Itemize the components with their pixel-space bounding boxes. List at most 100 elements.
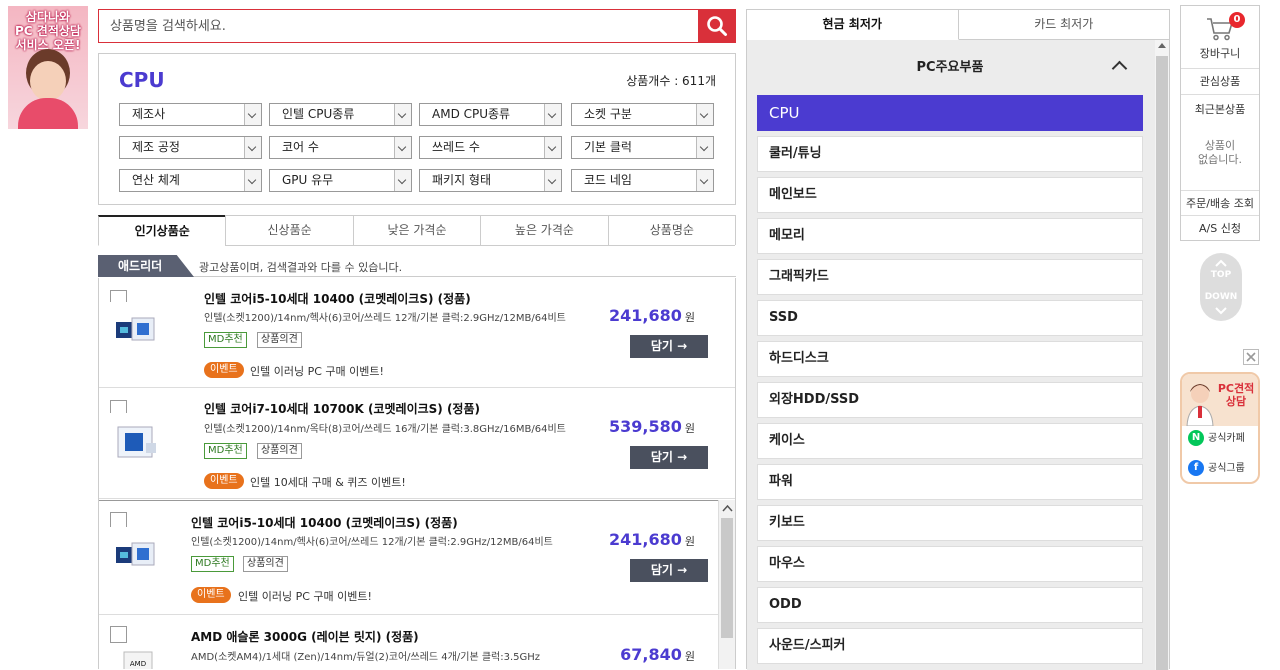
add-to-cart-button[interactable]: 담기 → bbox=[630, 559, 708, 582]
tab-low-price[interactable]: 낮은 가격순 bbox=[352, 216, 481, 246]
filter-label: 코어 수 bbox=[282, 140, 319, 154]
tab-popular[interactable]: 인기상품순 bbox=[98, 215, 226, 246]
scrollbar-thumb[interactable] bbox=[1156, 56, 1168, 670]
filter-select[interactable]: 제조 공정 bbox=[119, 136, 262, 159]
consultant-avatar-icon bbox=[1186, 384, 1214, 426]
category-item-power[interactable]: 파워 bbox=[757, 464, 1143, 500]
search-icon bbox=[706, 16, 727, 36]
list-scrollbar[interactable] bbox=[718, 500, 735, 669]
chevron-up-icon bbox=[1111, 60, 1128, 77]
review-badge[interactable]: 상품의견 bbox=[243, 556, 288, 572]
product-checkbox[interactable] bbox=[110, 626, 127, 643]
filter-select[interactable]: 인텔 CPU종류 bbox=[269, 103, 412, 126]
filter-select[interactable]: 패키지 형태 bbox=[419, 169, 562, 192]
tab-newest[interactable]: 신상품순 bbox=[225, 216, 353, 246]
banner-model-image bbox=[30, 61, 66, 101]
as-request-link[interactable]: A/S 신청 bbox=[1181, 216, 1259, 241]
event-text[interactable]: 인텔 이러닝 PC 구매 이벤트! bbox=[250, 363, 384, 379]
filter-select[interactable]: GPU 유무 bbox=[269, 169, 412, 192]
product-price: 67,840 원 bbox=[575, 645, 695, 664]
official-cafe-link[interactable]: N 공식카페 bbox=[1188, 428, 1245, 450]
filter-select[interactable]: 연산 체계 bbox=[119, 169, 262, 192]
tab-cash-lowest[interactable]: 현금 최저가 bbox=[747, 10, 959, 40]
chevron-down-icon bbox=[696, 170, 713, 191]
add-to-cart-button[interactable]: 담기 → bbox=[630, 446, 708, 469]
category-group-header[interactable]: PC주요부품 bbox=[757, 48, 1143, 88]
category-item-mainboard[interactable]: 메인보드 bbox=[757, 177, 1143, 213]
wishlist-link[interactable]: 관심상품 bbox=[1181, 69, 1259, 95]
search-input[interactable] bbox=[99, 10, 699, 42]
event-tag: 이벤트 bbox=[191, 587, 231, 603]
promo-banner[interactable]: 삼다나와 PC 견적상담 서비스 오픈! bbox=[8, 6, 88, 129]
category-item-external[interactable]: 외장HDD/SSD bbox=[757, 382, 1143, 418]
group-title: PC주요부품 bbox=[916, 60, 984, 75]
filter-select[interactable]: 기본 클럭 bbox=[571, 136, 714, 159]
event-text[interactable]: 인텔 10세대 구매 & 퀴즈 이벤트! bbox=[250, 474, 406, 490]
filter-select[interactable]: AMD CPU종류 bbox=[419, 103, 562, 126]
product-thumbnail[interactable] bbox=[110, 413, 166, 469]
price-value: 539,580 bbox=[609, 417, 682, 436]
cart-link[interactable]: 0 장바구니 bbox=[1181, 6, 1259, 69]
category-item-odd[interactable]: ODD bbox=[757, 587, 1143, 623]
filter-label: 기본 클럭 bbox=[584, 140, 632, 154]
filter-select[interactable]: 코드 네임 bbox=[571, 169, 714, 192]
recent-label[interactable]: 최근본상품 bbox=[1181, 101, 1259, 117]
svg-text:AMD: AMD bbox=[130, 660, 146, 668]
tab-card-lowest[interactable]: 카드 최저가 bbox=[958, 10, 1169, 40]
official-group-link[interactable]: f 공식그룹 bbox=[1188, 458, 1245, 480]
chevron-down-icon bbox=[1215, 307, 1227, 315]
product-thumbnail[interactable] bbox=[110, 527, 166, 583]
filter-select[interactable]: 소켓 구분 bbox=[571, 103, 714, 126]
product-name[interactable]: 인텔 코어i5-10세대 10400 (코멧레이크S) (정품) bbox=[204, 290, 471, 307]
category-item-cpu[interactable]: CPU bbox=[757, 95, 1143, 131]
add-to-cart-button[interactable]: 담기 → bbox=[630, 335, 708, 358]
review-badge[interactable]: 상품의견 bbox=[257, 443, 302, 459]
price-tabs: 현금 최저가 카드 최저가 bbox=[747, 10, 1169, 40]
filter-select[interactable]: 코어 수 bbox=[269, 136, 412, 159]
banner-model-body bbox=[18, 98, 78, 129]
category-item-sound[interactable]: 사운드/스피커 bbox=[757, 628, 1143, 664]
category-item-keyboard[interactable]: 키보드 bbox=[757, 505, 1143, 541]
category-item-mouse[interactable]: 마우스 bbox=[757, 546, 1143, 582]
chevron-down-icon bbox=[244, 137, 261, 158]
product-thumbnail[interactable]: AMD bbox=[110, 646, 166, 669]
chevron-down-icon bbox=[394, 170, 411, 191]
product-name[interactable]: 인텔 코어i5-10세대 10400 (코멧레이크S) (정품) bbox=[191, 514, 458, 531]
tab-high-price[interactable]: 높은 가격순 bbox=[480, 216, 608, 246]
filter-label: 제조 공정 bbox=[132, 140, 180, 154]
search-button[interactable] bbox=[698, 9, 735, 43]
category-item-ssd[interactable]: SSD bbox=[757, 300, 1143, 336]
tab-name[interactable]: 상품명순 bbox=[607, 216, 736, 246]
close-widget-button[interactable] bbox=[1243, 349, 1259, 365]
cpu-box-image bbox=[116, 542, 155, 566]
review-badge[interactable]: 상품의견 bbox=[257, 332, 302, 348]
scroll-up-icon[interactable] bbox=[719, 502, 736, 516]
scroll-up-icon[interactable] bbox=[1158, 43, 1166, 48]
product-name[interactable]: AMD 애슬론 3000G (레이븐 릿지) (정품) bbox=[191, 628, 419, 645]
product-thumbnail[interactable] bbox=[110, 302, 166, 358]
consult-title: PC견적 상담 bbox=[1217, 382, 1255, 408]
scroll-down-button[interactable]: DOWN bbox=[1200, 292, 1242, 302]
filter-select[interactable]: 제조사 bbox=[119, 103, 262, 126]
consult-widget[interactable]: PC견적 상담 N 공식카페 f 공식그룹 bbox=[1180, 372, 1260, 484]
cpu-box-image bbox=[117, 426, 156, 458]
product-price: 241,680 원 bbox=[575, 306, 695, 325]
scrollbar-thumb[interactable] bbox=[721, 518, 733, 638]
category-item-graphics[interactable]: 그래픽카드 bbox=[757, 259, 1143, 295]
category-item-hdd[interactable]: 하드디스크 bbox=[757, 341, 1143, 377]
product-name[interactable]: 인텔 코어i7-10세대 10700K (코멧레이크S) (정품) bbox=[204, 400, 480, 417]
product-spec: 인텔(소켓1200)/14nm/옥타(8)코어/쓰레드 16개/기본 클럭:3.… bbox=[204, 424, 566, 435]
filter-label: 소켓 구분 bbox=[584, 107, 632, 121]
filter-select[interactable]: 쓰레드 수 bbox=[419, 136, 562, 159]
search-bar bbox=[98, 9, 736, 43]
category-item-case[interactable]: 케이스 bbox=[757, 423, 1143, 459]
category-item-memory[interactable]: 메모리 bbox=[757, 218, 1143, 254]
chevron-up-icon bbox=[1215, 259, 1227, 267]
event-text[interactable]: 인텔 이러닝 PC 구매 이벤트! bbox=[238, 588, 372, 604]
category-scrollbar[interactable] bbox=[1155, 40, 1169, 670]
scroll-top-button[interactable]: TOP bbox=[1200, 270, 1242, 280]
category-item-cooler[interactable]: 쿨러/튜닝 bbox=[757, 136, 1143, 172]
price-value: 67,840 bbox=[620, 645, 682, 664]
product-count: 상품개수 : 611개 bbox=[626, 74, 716, 88]
order-tracking-link[interactable]: 주문/배송 조회 bbox=[1181, 191, 1259, 216]
